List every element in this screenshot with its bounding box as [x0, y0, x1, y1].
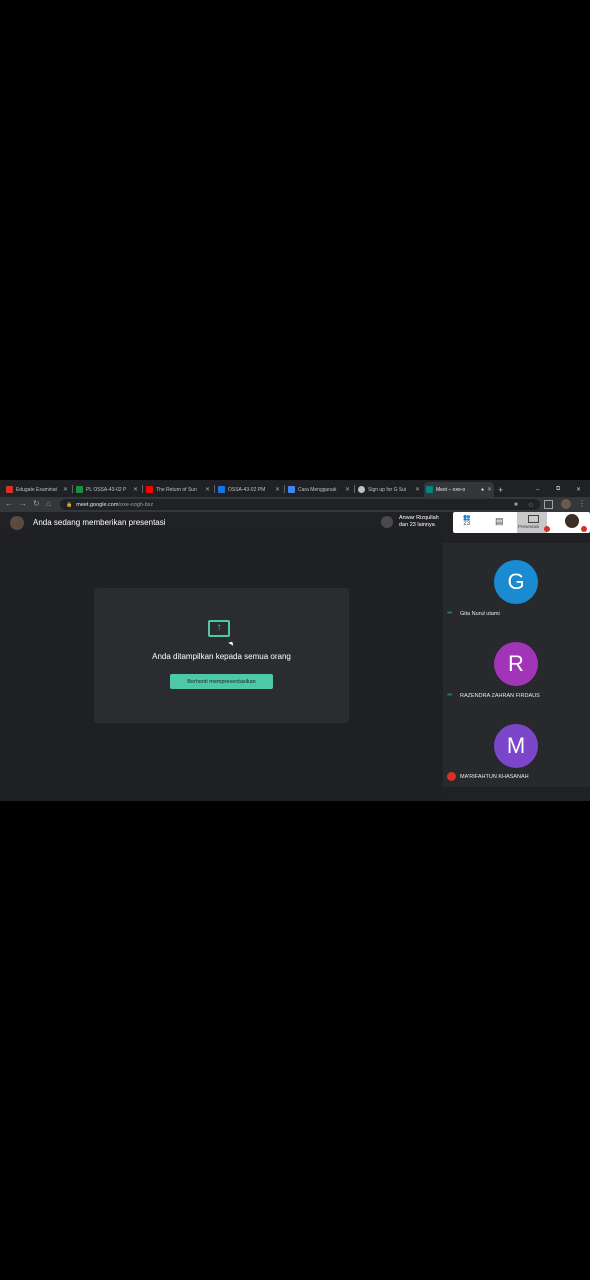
tab-pl-ossa[interactable]: PL OSSA-43-02 P ✕ — [74, 482, 140, 497]
self-avatar — [565, 514, 579, 528]
speaking-indicator-icon: ••• — [447, 610, 452, 617]
tab-youtube[interactable]: The Return of Sun ✕ — [144, 482, 212, 497]
camera-icon[interactable]: ■ — [514, 502, 518, 508]
recording-dot-icon: ● — [480, 486, 484, 493]
participant-name: MA'RIFAHTUN KHASANAH — [460, 774, 529, 780]
minimize-icon[interactable]: – — [536, 482, 546, 497]
home-icon[interactable]: ⌂ — [46, 499, 51, 508]
close-icon[interactable]: ✕ — [487, 486, 492, 493]
bookmark-star-icon[interactable]: ☆ — [528, 501, 534, 509]
maximize-icon[interactable]: ⧉ — [556, 482, 566, 497]
meet-controls: 👥 23 ▤ Presentasi — [453, 512, 590, 533]
participants-summary[interactable]: Anwar Rizqullah dan 23 lainnya — [399, 515, 439, 529]
mic-off-icon — [447, 772, 456, 781]
speaking-indicator-icon: ••• — [447, 692, 452, 699]
reload-icon[interactable]: ↻ — [33, 499, 40, 508]
forward-icon[interactable]: → — [19, 499, 27, 508]
google-icon — [358, 486, 365, 493]
window-close-icon[interactable]: ✕ — [576, 482, 586, 497]
tab-meet[interactable]: Meet – oxe-o ● ✕ — [424, 482, 494, 497]
back-icon[interactable]: ← — [5, 499, 13, 508]
mic-off-icon — [581, 526, 587, 532]
tab-gsuite[interactable]: Sign up for G Sui ✕ — [356, 482, 422, 497]
avatar: G — [494, 560, 538, 604]
stop-presenting-button[interactable]: Berhenti mempresentasikan — [170, 674, 273, 689]
present-card-text: Anda ditampilkan kepada semua orang — [152, 652, 291, 661]
participant-name: RAZENDRA ZAHRAN FIRDAUS — [460, 693, 540, 699]
presentation-card: ↑ Anda ditampilkan kepada semua orang Be… — [94, 588, 349, 723]
avatar: M — [494, 724, 538, 768]
url-path: /oxe-oogh-bxz — [118, 501, 154, 508]
meet-icon — [426, 486, 433, 493]
youtube-icon — [146, 486, 153, 493]
close-icon[interactable]: ✕ — [63, 486, 68, 493]
tab-cara[interactable]: Cara Menggunak ✕ — [286, 482, 352, 497]
classroom-icon — [218, 486, 225, 493]
presenter-avatar — [10, 516, 24, 530]
participants-panel: G ••• Gita Nurul utami R ••• RAZENDRA ZA… — [443, 543, 590, 787]
present-upload-icon: ↑ — [208, 620, 230, 637]
browser-tab-bar: Edugate Examinat ✕ PL OSSA-43-02 P ✕ The… — [0, 480, 590, 497]
participant-avatar — [381, 516, 393, 528]
present-now-button[interactable]: Presentasi — [517, 512, 547, 533]
mail-icon — [6, 486, 13, 493]
url-host: meet.google.com — [76, 501, 119, 508]
classroom-icon — [76, 486, 83, 493]
participants-button[interactable]: 👥 23 — [463, 515, 470, 527]
extension-icon[interactable] — [544, 500, 553, 509]
doc-icon — [288, 486, 295, 493]
avatar: R — [494, 642, 538, 686]
lock-icon: 🔒 — [66, 501, 73, 508]
present-screen-icon — [528, 515, 539, 523]
mic-off-icon — [544, 526, 550, 532]
tab-edugate[interactable]: Edugate Examinat ✕ — [4, 482, 70, 497]
profile-avatar[interactable] — [561, 499, 571, 509]
close-icon[interactable]: ✕ — [345, 486, 350, 493]
menu-dots-icon[interactable]: ⋮ — [578, 499, 586, 508]
tab-ossa-pm[interactable]: OSSA-43-02 PM ✕ — [216, 482, 282, 497]
browser-toolbar: ← → ↻ ⌂ 🔒 meet.google.com /oxe-oogh-bxz … — [0, 497, 590, 512]
close-icon[interactable]: ✕ — [133, 486, 138, 493]
address-bar[interactable]: 🔒 meet.google.com /oxe-oogh-bxz ■ ☆ — [60, 499, 540, 510]
close-icon[interactable]: ✕ — [415, 486, 420, 493]
close-icon[interactable]: ✕ — [205, 486, 210, 493]
close-icon[interactable]: ✕ — [275, 486, 280, 493]
mouse-cursor-icon — [228, 640, 235, 646]
new-tab-button[interactable]: + — [498, 482, 508, 497]
presenting-status: Anda sedang memberikan presentasi — [33, 518, 166, 527]
participant-name: Gita Nurul utami — [460, 611, 500, 617]
chat-icon[interactable]: ▤ — [495, 516, 504, 527]
meet-top-bar: Anda sedang memberikan presentasi Anwar … — [0, 512, 590, 534]
